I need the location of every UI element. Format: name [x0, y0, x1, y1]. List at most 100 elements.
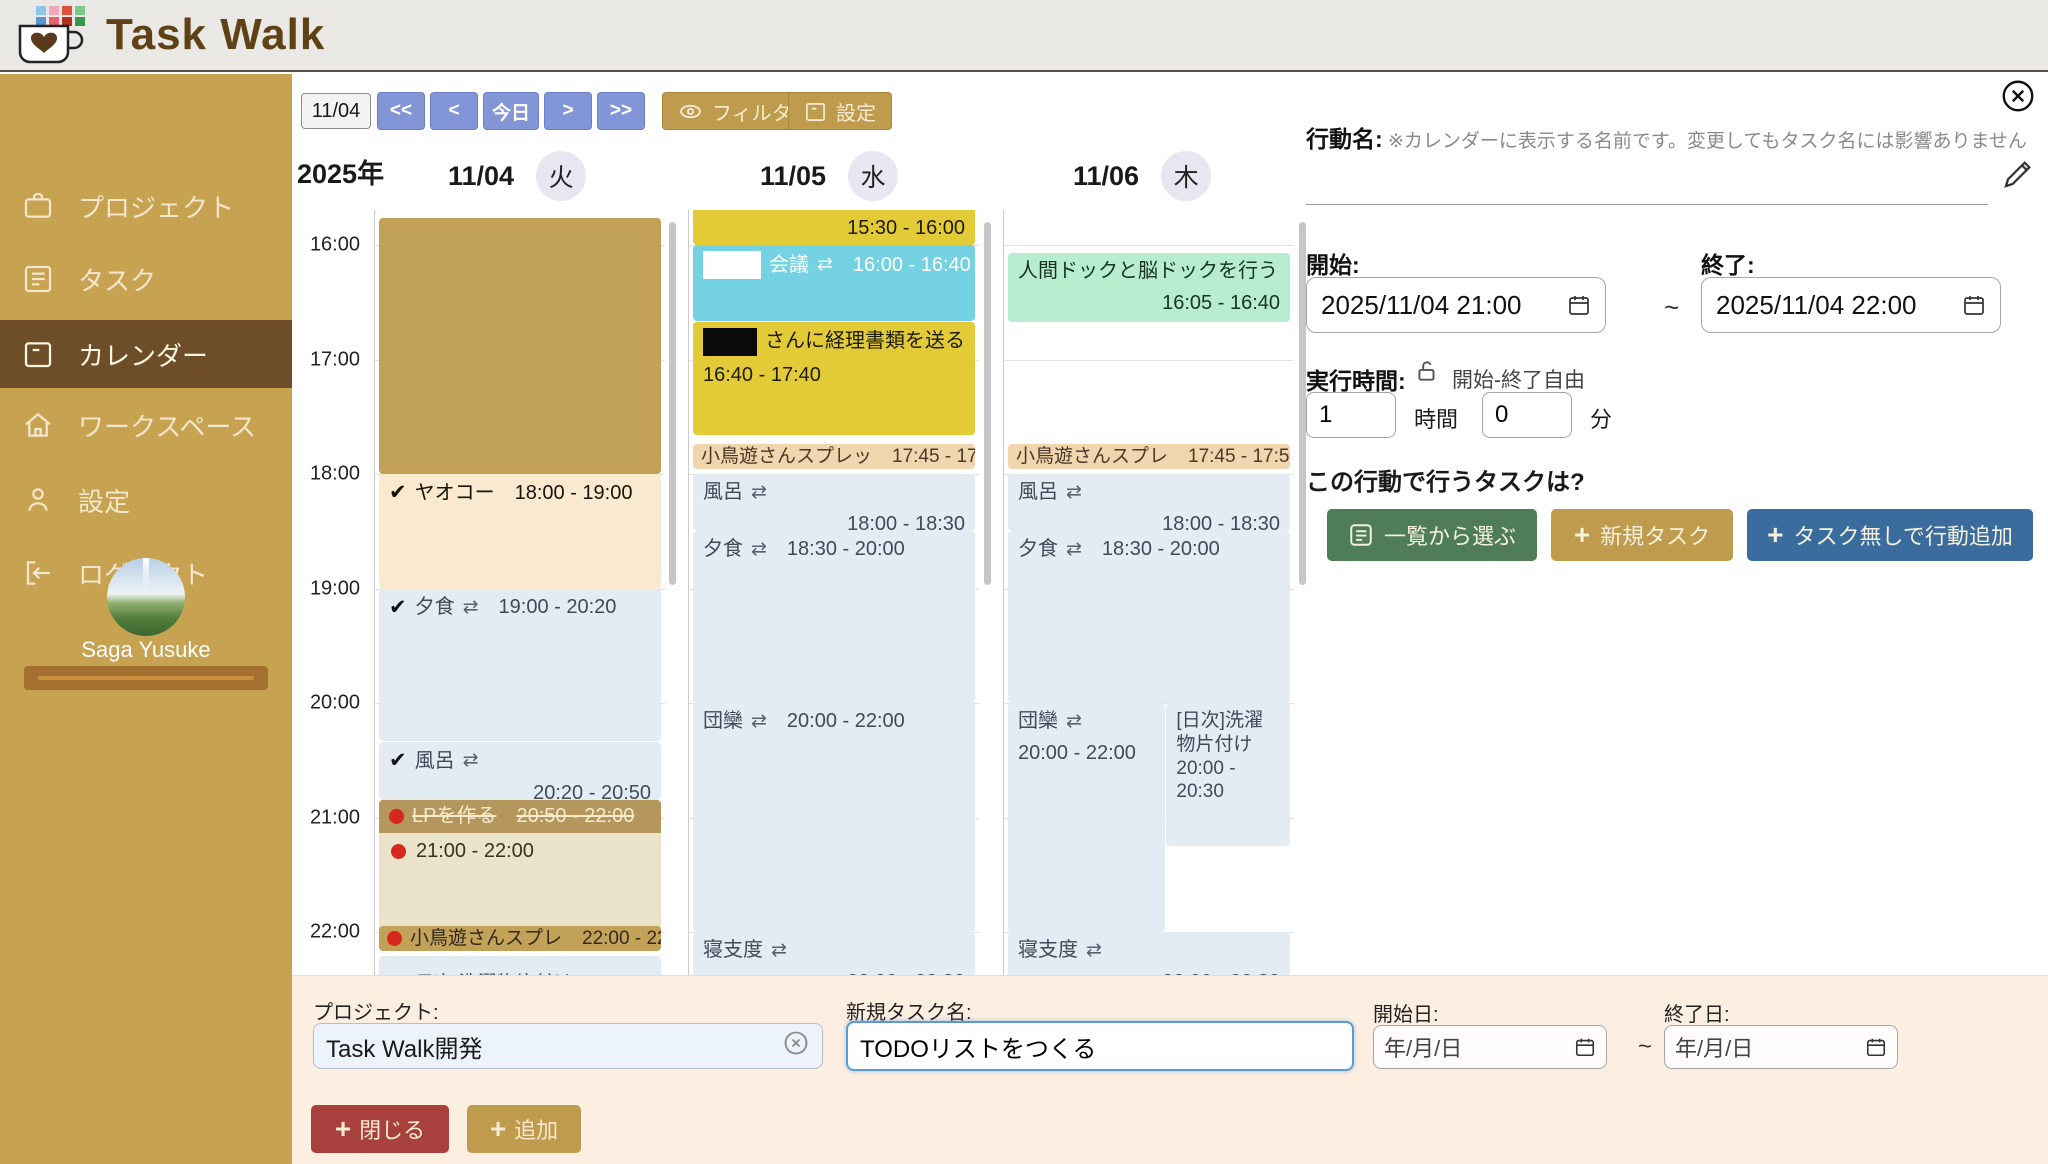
time-label: 22:00	[296, 921, 360, 944]
start-date-placeholder: 年/月/日	[1384, 1031, 1462, 1063]
start-date-label: 開始日:	[1373, 998, 1439, 1027]
sidebar-item-calendar[interactable]: カレンダー	[0, 320, 292, 388]
event-title: 人間ドックと脳ドックを行う	[1018, 259, 1278, 284]
nav-fast-next-button[interactable]: >>	[597, 92, 645, 130]
end-date-placeholder: 年/月/日	[1675, 1031, 1753, 1063]
scrollbar-thumb[interactable]	[1299, 222, 1306, 585]
avatar[interactable]	[107, 558, 185, 636]
nav-next-button[interactable]: >	[544, 92, 592, 130]
add-action-without-task-button[interactable]: + タスク無しで行動追加	[1747, 509, 2033, 561]
plus-icon: +	[490, 1115, 506, 1143]
repeat-icon: ⇄	[463, 749, 479, 773]
event-time: 20:50 - 22:00	[516, 804, 634, 829]
calendar-event[interactable]: [日次]洗濯物片付け20:00 - 20:30	[1166, 703, 1290, 846]
calendar-event[interactable]: 風呂 ⇄ 18:00 - 18:30	[1008, 474, 1290, 531]
event-time: 18:00 - 18:30	[1018, 512, 1280, 531]
day-header-1: 11/04火	[448, 150, 586, 202]
close-icon	[2000, 78, 2036, 114]
event-time: 20:00 - 22:00	[787, 709, 905, 734]
sidebar-item-tasks[interactable]: タスク	[0, 247, 292, 311]
sidebar-item-label: ワークスペース	[78, 407, 256, 444]
start-datetime-input[interactable]: 2025/11/04 21:00	[1306, 277, 1606, 333]
calendar-event[interactable]: 風呂⇄18:00 - 18:30	[693, 474, 975, 531]
logout-icon	[22, 557, 54, 589]
calendar-icon	[22, 338, 54, 370]
time-label: 20:00	[296, 692, 360, 715]
calendar-event[interactable]: 寝支度⇄22:00 - 22:30	[1008, 932, 1290, 975]
project-input[interactable]: Task Walk開発	[313, 1023, 823, 1069]
calendar-event[interactable]: 小鳥遊さんスプレッ17:45 - 17:55	[693, 444, 975, 469]
choose-from-list-button[interactable]: 一覧から選ぶ	[1327, 509, 1537, 561]
repeat-icon: ⇄	[1066, 481, 1082, 505]
sidebar-item-label: 設定	[78, 482, 130, 519]
event-title: ヤオコー	[415, 481, 495, 506]
start-datetime-value: 2025/11/04 21:00	[1321, 290, 1521, 321]
add-task-button[interactable]: + 追加	[467, 1105, 581, 1153]
close-form-button-label: 閉じる	[359, 1113, 425, 1145]
calendar-event[interactable]: 人間ドックと脳ドックを行う16:05 - 16:40	[1008, 253, 1290, 322]
calendar-settings-button[interactable]: 設定	[788, 92, 892, 130]
scrollbar-thumb[interactable]	[669, 222, 676, 585]
calendar-event[interactable]: さんに経理書類を送る16:40 - 17:40	[693, 322, 975, 435]
day-column-3[interactable]: 人間ドックと脳ドックを行う16:05 - 16:40 小鳥遊さんスプレ17:45 …	[1003, 210, 1294, 975]
calendar-event[interactable]: ✔風呂⇄20:20 - 20:50	[379, 742, 661, 800]
calendar-event[interactable]: LPを作る20:50 - 22:0021:00 - 22:00	[379, 800, 661, 932]
clear-project-icon[interactable]	[782, 1029, 810, 1064]
task-name-input[interactable]	[846, 1021, 1354, 1071]
minutes-unit-label: 分	[1590, 402, 1612, 434]
calendar-event[interactable]: 小鳥遊さんスプレ22:00 - 22:10	[379, 926, 661, 951]
calendar-event[interactable]: 夕食⇄18:30 - 20:00	[693, 531, 975, 703]
calendar-event[interactable]: 15:30 - 16:00	[693, 210, 975, 245]
action-name-input[interactable]	[1306, 204, 1988, 205]
event-time: 22:00 - 22:10	[582, 927, 661, 951]
calendar-event[interactable]	[379, 218, 661, 474]
day-date: 11/06	[1073, 161, 1139, 192]
calendar-event[interactable]: 会議⇄16:00 - 16:40	[693, 245, 975, 321]
close-panel-button[interactable]	[2000, 78, 2036, 114]
event-title: 夕食	[703, 537, 743, 562]
repeat-icon: ⇄	[751, 710, 767, 734]
filter-button[interactable]: フィルタ	[662, 92, 808, 130]
end-datetime-input[interactable]: 2025/11/04 22:00	[1701, 277, 2001, 333]
event-time: 19:00 - 20:20	[499, 595, 617, 620]
weekday-badge: 木	[1161, 151, 1211, 201]
event-time: 18:30 - 20:00	[1102, 537, 1220, 562]
home-icon	[22, 409, 54, 441]
scrollbar-thumb[interactable]	[984, 222, 991, 585]
sidebar-item-projects[interactable]: プロジェクト	[0, 174, 292, 238]
sidebar-item-workspace[interactable]: ワークスペース	[0, 393, 292, 457]
calendar-event[interactable]: 団欒⇄20:00 - 22:00	[1008, 703, 1165, 932]
plus-icon: +	[1767, 521, 1783, 549]
event-title: 風呂	[1018, 480, 1058, 505]
day-column-1[interactable]: ✔ヤオコー18:00 - 19:00✔夕食⇄19:00 - 20:20✔風呂⇄2…	[374, 210, 665, 975]
unlock-icon[interactable]	[1414, 358, 1440, 384]
time-label: 17:00	[296, 348, 360, 371]
calendar-event[interactable]: ✔ヤオコー18:00 - 19:00	[379, 474, 661, 589]
event-time: 16:40 - 17:40	[703, 363, 965, 388]
calendar-event[interactable]: [日次]洗濯物片付け	[379, 956, 661, 975]
calendar-event[interactable]: 夕食⇄18:30 - 20:00	[1008, 531, 1290, 703]
event-title: 寝支度	[703, 938, 763, 963]
calendar-event[interactable]: 団欒⇄20:00 - 22:00	[693, 703, 975, 932]
calendar-event[interactable]: 小鳥遊さんスプレ17:45 - 17:55	[1008, 444, 1290, 469]
day-column-2[interactable]: 15:30 - 16:00会議⇄16:00 - 16:40さんに経理書類を送る1…	[688, 210, 979, 975]
new-task-button[interactable]: + 新規タスク	[1551, 509, 1733, 561]
no-task-button-label: タスク無しで行動追加	[1794, 519, 2013, 551]
day-header-3: 11/06 木	[1073, 150, 1211, 202]
calendar-event[interactable]: 寝支度⇄22:00 - 22:30	[693, 932, 975, 975]
end-date-input[interactable]: 年/月/日	[1664, 1025, 1898, 1069]
edit-pencil-icon[interactable]	[2002, 158, 2034, 190]
sidebar-item-settings[interactable]: 設定	[0, 468, 292, 532]
hours-input[interactable]	[1306, 392, 1396, 438]
start-date-input[interactable]: 年/月/日	[1373, 1025, 1607, 1069]
status-dot	[389, 809, 404, 824]
toolbar-date-box[interactable]: 11/04	[301, 93, 371, 129]
nav-prev-button[interactable]: <	[430, 92, 478, 130]
calendar-event[interactable]: ✔夕食⇄19:00 - 20:20	[379, 589, 661, 741]
repeat-icon: ⇄	[751, 538, 767, 562]
nav-fast-prev-button[interactable]: <<	[377, 92, 425, 130]
nav-today-button[interactable]: 今日	[483, 92, 539, 130]
minutes-input[interactable]	[1482, 392, 1572, 438]
close-form-button[interactable]: + 閉じる	[311, 1105, 449, 1153]
user-progress-bar	[24, 666, 268, 690]
